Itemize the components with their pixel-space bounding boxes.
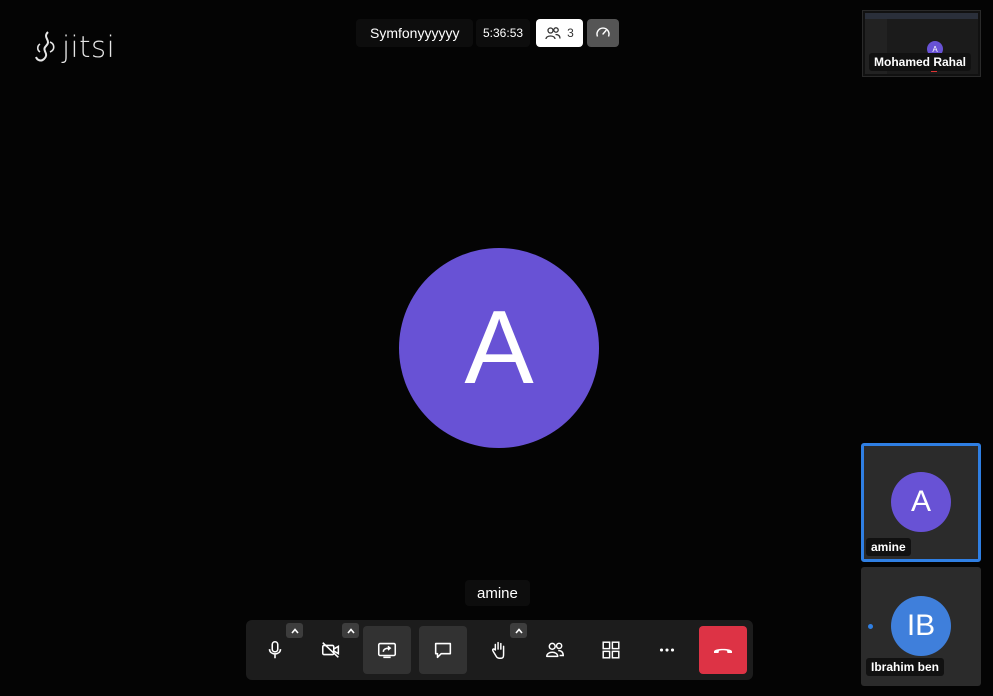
thumbnail-name: amine bbox=[866, 538, 911, 556]
avatar: IB bbox=[891, 596, 951, 656]
share-screen-icon bbox=[377, 642, 397, 659]
connection-indicator bbox=[868, 624, 873, 629]
participant-thumbnail-ibrahim[interactable]: IB Ibrahim ben bbox=[861, 567, 981, 686]
dominant-speaker-name: amine bbox=[465, 580, 530, 606]
audio-settings-caret[interactable] bbox=[286, 623, 303, 638]
hangup-icon bbox=[714, 648, 732, 653]
participants-count-badge[interactable]: 3 bbox=[536, 19, 583, 47]
chat-icon bbox=[434, 642, 452, 659]
participant-count: 3 bbox=[567, 26, 574, 40]
performance-settings-button[interactable] bbox=[587, 19, 619, 47]
logo-wordmark: jitsi bbox=[62, 30, 116, 64]
speedometer-icon bbox=[596, 27, 610, 37]
reactions-caret[interactable] bbox=[510, 623, 527, 638]
screen-share-thumbnail[interactable]: A Mohamed Rahal bbox=[862, 10, 981, 77]
share-screen-button[interactable] bbox=[363, 626, 411, 674]
participants-button[interactable] bbox=[531, 626, 579, 674]
video-settings-caret[interactable] bbox=[342, 623, 359, 638]
thumbnail-name: Ibrahim ben bbox=[866, 658, 945, 676]
chevron-up-icon bbox=[514, 627, 523, 634]
chevron-up-icon bbox=[346, 627, 355, 634]
more-options-button[interactable] bbox=[643, 626, 691, 674]
participant-thumbnail-amine[interactable]: A amine bbox=[861, 443, 981, 562]
avatar: A bbox=[891, 472, 951, 532]
main-participant-avatar: A bbox=[399, 248, 599, 448]
meeting-title: Symfonyyyyyy bbox=[356, 19, 474, 47]
chat-button[interactable] bbox=[419, 626, 467, 674]
conference-timer: 5:36:53 bbox=[476, 19, 531, 47]
microphone-icon bbox=[268, 640, 282, 659]
tile-view-icon bbox=[602, 641, 620, 659]
camera-off-icon bbox=[321, 642, 340, 658]
toolbar bbox=[246, 620, 753, 680]
tile-view-button[interactable] bbox=[587, 626, 635, 674]
thumbnail-name: Mohamed Rahal bbox=[869, 53, 972, 71]
raise-hand-icon bbox=[492, 641, 505, 659]
participants-icon bbox=[545, 27, 561, 40]
jitsi-mark-icon bbox=[35, 31, 55, 62]
participants-icon bbox=[546, 642, 564, 658]
jitsi-logo[interactable]: jitsi bbox=[34, 29, 115, 65]
hangup-button[interactable] bbox=[699, 626, 747, 674]
chevron-up-icon bbox=[290, 627, 299, 634]
more-options-icon bbox=[659, 648, 675, 652]
